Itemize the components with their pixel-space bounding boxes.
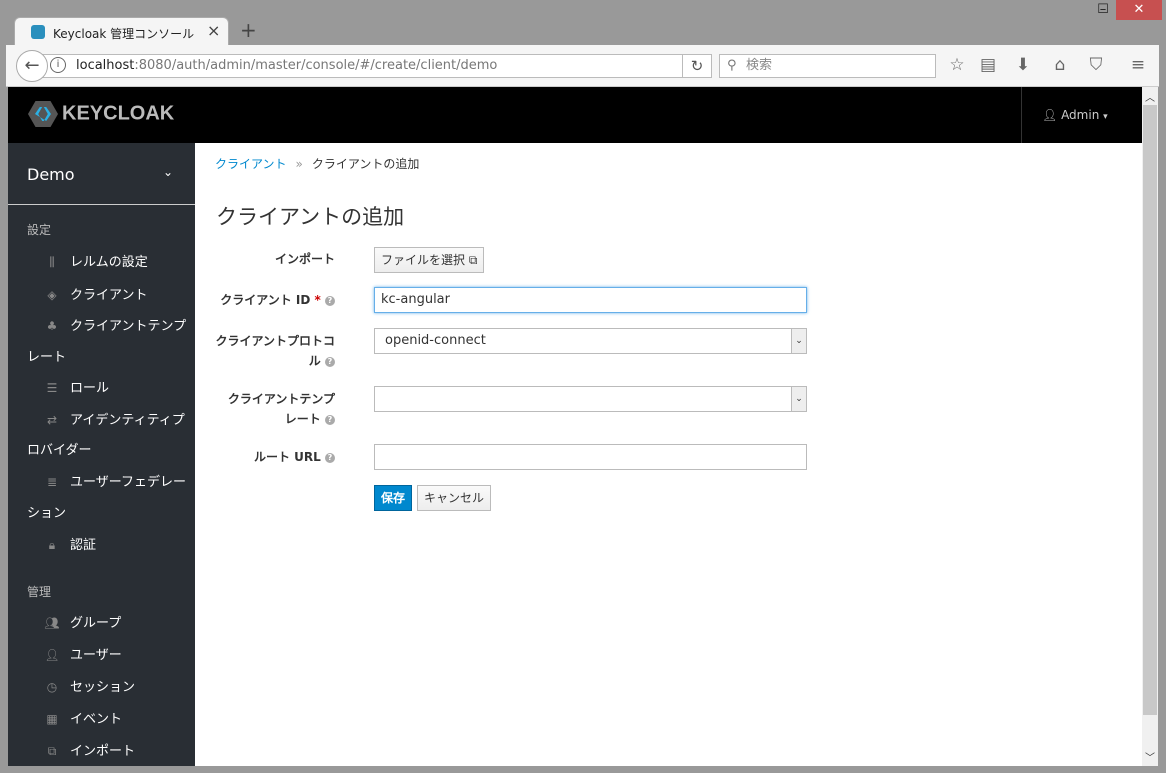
scrollbar-thumb[interactable] (1143, 105, 1157, 715)
scroll-up-icon[interactable]: ︿ (1145, 89, 1155, 104)
help-icon: ? (325, 414, 335, 425)
exchange-icon: ⇄ (46, 413, 58, 427)
import-icon: ⧉ (47, 744, 57, 758)
sidebar-item-user-federation-cont[interactable]: ション (27, 498, 177, 529)
lock-icon: 🔒︎ (48, 538, 56, 552)
page-title: クライアントの追加 (216, 205, 405, 229)
sidebar-item-users[interactable]: 👤︎ ユーザー (42, 640, 192, 671)
root-url-label: ルート URL ? (195, 447, 335, 467)
sidebar-item-import[interactable]: ⧉ インポート (42, 736, 192, 767)
reading-list-icon[interactable]: ▤ (976, 55, 1000, 75)
sidebar-item-authentication[interactable]: 🔒︎ 認証 (42, 530, 192, 561)
section-settings: 設定 (27, 223, 52, 237)
help-icon: ? (325, 356, 335, 367)
pocket-icon[interactable]: ⛉ (1084, 55, 1108, 75)
sidebar-item-events[interactable]: ▦ イベント (42, 704, 192, 735)
sidebar-item-realm-settings[interactable]: ⫼ レルムの設定 (42, 247, 192, 278)
list-icon: ☰ (46, 381, 58, 395)
cubes-icon: ♣ (46, 319, 58, 333)
client-protocol-label: クライアントプロトコル ? (215, 334, 335, 368)
choose-file-button[interactable]: ファイルを選択 ⧉ (374, 247, 485, 273)
sidebar-item-identity-providers-cont[interactable]: ロバイダー (27, 435, 177, 466)
sidebar-item-roles[interactable]: ☰ ロール (42, 373, 192, 404)
import-icon: ⧉ (468, 253, 478, 267)
root-url-input[interactable] (374, 444, 807, 470)
sidebar-item-identity-providers[interactable]: ⇄ アイデンティティプ (42, 405, 192, 436)
scroll-down-icon[interactable]: ﹀ (1145, 749, 1155, 764)
new-tab-icon[interactable]: + (240, 18, 257, 42)
users-icon: 👥︎ (44, 616, 60, 630)
calendar-icon: ▦ (46, 712, 58, 726)
database-icon: ≣ (46, 475, 58, 489)
main-content: クライアント» クライアントの追加 クライアントの追加 インポート ファイルを選択… (195, 143, 1142, 766)
download-icon[interactable]: ⬇ (1011, 55, 1035, 75)
browser-tab[interactable]: Keycloak 管理コンソール × (14, 17, 229, 47)
bookmark-star-icon[interactable]: ☆ (945, 55, 969, 75)
minimize-button[interactable] (1047, 0, 1085, 20)
app-header: KEYCLOAK 👤︎ Admin ▾ (8, 87, 1142, 143)
sidebar-item-client-templates-cont[interactable]: レート (27, 342, 177, 373)
breadcrumb: クライアント» クライアントの追加 (215, 157, 420, 171)
home-icon[interactable]: ⌂ (1048, 55, 1072, 75)
search-input[interactable]: 検索 (719, 54, 936, 78)
keycloak-logo[interactable]: KEYCLOAK (28, 101, 174, 127)
sliders-icon: ⫼ (49, 255, 55, 269)
url-bar[interactable]: localhost:8080/auth/admin/master/console… (42, 54, 712, 78)
reload-icon[interactable]: ↻ (682, 54, 712, 78)
client-id-input[interactable]: kc-angular (374, 287, 807, 313)
info-icon[interactable]: i (50, 57, 66, 73)
client-template-select[interactable]: ⌄ (374, 386, 807, 412)
sidebar-item-client-templates[interactable]: ♣ クライアントテンプ (42, 311, 192, 342)
sidebar-item-clients[interactable]: ◈ クライアント (42, 280, 192, 311)
section-manage: 管理 (27, 585, 52, 599)
tab-title: Keycloak 管理コンソール (53, 27, 195, 41)
keycloak-favicon-icon (31, 25, 45, 39)
chevron-down-icon: ▾ (1103, 112, 1108, 122)
client-template-label: クライアントテンプ レート ? (227, 392, 335, 426)
close-tab-icon[interactable]: × (207, 21, 220, 40)
clock-icon: ◷ (46, 680, 58, 694)
help-icon: ? (325, 452, 335, 463)
chevron-down-icon[interactable]: ⌄ (163, 165, 173, 179)
import-label: インポート (274, 252, 335, 266)
sidebar: Demo ⌄ 設定 ⫼ レルムの設定 ◈ クライアント ♣ クライアントテンプ レート… (8, 143, 195, 766)
cube-icon: ◈ (47, 288, 57, 302)
help-icon: ? (325, 295, 335, 306)
scrollbar[interactable]: ︿ ﹀ (1142, 87, 1158, 766)
user-menu[interactable]: 👤︎ Admin ▾ (1021, 87, 1142, 143)
divider (8, 204, 195, 205)
browser-toolbar: localhost:8080/auth/admin/master/console… (6, 45, 1159, 87)
client-id-label: クライアント ID * ? (195, 290, 335, 310)
sidebar-item-groups[interactable]: 👥︎ グループ (42, 608, 192, 639)
user-icon: 👤︎ (1042, 108, 1058, 122)
breadcrumb-clients-link[interactable]: クライアント (215, 157, 287, 171)
chevron-down-icon: ⌄ (791, 329, 806, 353)
realm-selector[interactable]: Demo (27, 165, 75, 184)
cancel-button[interactable]: キャンセル (417, 485, 492, 511)
client-protocol-select[interactable]: openid-connect ⌄ (374, 328, 807, 354)
sidebar-item-user-federation[interactable]: ≣ ユーザーフェデレー (42, 467, 192, 498)
user-icon: 👤︎ (44, 648, 60, 662)
sidebar-item-sessions[interactable]: ◷ セッション (42, 672, 192, 703)
back-arrow-icon[interactable]: ← (16, 50, 48, 82)
close-window-icon[interactable]: ✕ (1116, 0, 1162, 20)
search-icon: ⚲ (727, 58, 737, 73)
menu-icon[interactable]: ≡ (1126, 55, 1150, 75)
chevron-down-icon: ⌄ (791, 387, 806, 411)
save-button[interactable]: 保存 (374, 485, 413, 511)
